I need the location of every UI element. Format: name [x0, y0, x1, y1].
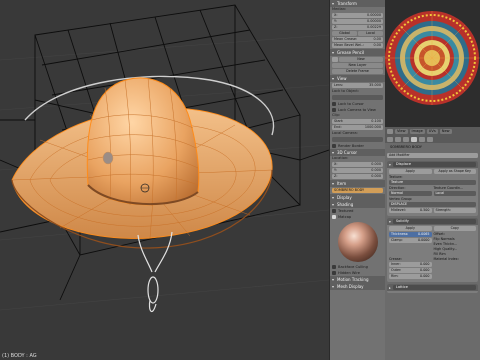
texture-field[interactable]: Texture — [389, 180, 476, 185]
solidify-apply-button[interactable]: Apply — [389, 226, 432, 231]
motion-tracking-header[interactable]: Motion Tracking — [330, 276, 385, 283]
checkbox-icon — [332, 271, 336, 275]
mesh-display-header[interactable]: Mesh Display — [330, 283, 385, 290]
material-index-label: Material Index: — [433, 257, 459, 261]
sombrero-crown — [86, 77, 200, 207]
strength-field[interactable]: Strength: — [433, 208, 476, 213]
new-pencil-button[interactable]: New — [339, 57, 383, 62]
scene-tab-icon[interactable] — [395, 136, 401, 142]
local-button[interactable]: Local — [358, 31, 383, 36]
uv-canvas[interactable] — [385, 0, 480, 135]
cursor-y-field[interactable]: Y: 0.000 — [332, 168, 383, 173]
solidify-name[interactable]: Solidify — [392, 219, 476, 224]
local-camera-label: Local Camera: — [332, 131, 358, 135]
pencil-icon[interactable] — [332, 57, 338, 62]
mean-bevel-field[interactable]: Mean Bevel Wei..: 0.00 — [332, 43, 383, 48]
properties-tabs — [385, 135, 480, 143]
item-header[interactable]: Item — [330, 180, 385, 187]
clamp-field[interactable]: Clamp: 0.0000 — [389, 238, 432, 243]
checkbox-icon — [332, 215, 336, 219]
vertex-group-field[interactable]: DISPLACE — [389, 202, 476, 207]
texture-tab-icon[interactable] — [427, 136, 433, 142]
solidify-modifier: ▾ Solidify Apply Copy Thickness: 0.0065 C… — [387, 218, 478, 282]
add-modifier-dropdown[interactable]: Add Modifier — [387, 153, 478, 158]
texture-coords-select[interactable]: Local — [433, 191, 476, 196]
median-label: Median: — [332, 7, 347, 11]
checkbox-icon — [332, 209, 336, 213]
lattice-modifier: ▸ Lattice — [387, 284, 478, 293]
wrench-icon[interactable] — [411, 136, 417, 142]
chin-strap — [137, 231, 173, 313]
median-z-field[interactable]: Z: 0.00229 — [332, 25, 383, 30]
image-menu[interactable]: Image — [409, 128, 425, 134]
clip-start-field[interactable]: Start: 0.100 — [332, 119, 383, 124]
expand-arrow-icon[interactable]: ▸ — [389, 286, 391, 290]
render-tab-icon[interactable] — [387, 136, 393, 142]
object-name: SOMBRERO BODY — [390, 144, 422, 149]
displace-modifier: ▾ Displace Apply Apply as Shape Key Text… — [387, 161, 478, 216]
inner-field[interactable]: Inner: 0.000 — [389, 262, 432, 267]
matcap-check[interactable]: Matcap — [330, 214, 385, 220]
view-header[interactable]: View — [330, 75, 385, 82]
uv-image-editor[interactable]: View Image UVs New — [385, 0, 480, 135]
apply-shape-key-button[interactable]: Apply as Shape Key — [433, 169, 476, 174]
viewport-status: (1) BODY : AG — [2, 353, 37, 359]
checkbox-icon — [332, 102, 336, 106]
lock-object-field[interactable] — [332, 95, 383, 100]
midlevel-field[interactable]: Midlevel: 0.500 — [389, 208, 432, 213]
item-name-field[interactable]: SOMBRERO BODY — [332, 188, 383, 193]
editor-type-icon[interactable] — [387, 128, 393, 134]
median-y-field[interactable]: Y: 0.00000 — [332, 19, 383, 24]
median-x-field[interactable]: X: 0.00000 — [332, 13, 383, 18]
lock-object-label: Lock to Object: — [332, 89, 360, 93]
lattice-name[interactable]: Lattice — [392, 285, 476, 290]
cursor-header[interactable]: 3D Cursor — [330, 149, 385, 156]
checkbox-icon — [332, 108, 336, 112]
display-header[interactable]: Display — [330, 194, 385, 201]
delete-frame-button[interactable]: Delete Frame — [332, 69, 383, 74]
cursor-x-field[interactable]: X: 0.000 — [332, 162, 383, 167]
global-button[interactable]: Global — [332, 31, 357, 36]
solidify-copy-button[interactable]: Copy — [433, 226, 476, 231]
uvs-menu[interactable]: UVs — [426, 128, 438, 134]
clip-label: Clip: — [332, 113, 340, 117]
outer-field[interactable]: Outer: 0.000 — [389, 268, 432, 273]
thickness-field[interactable]: Thickness: 0.0065 — [389, 232, 432, 237]
direction-select[interactable]: Normal — [389, 191, 432, 196]
material-tab-icon[interactable] — [419, 136, 425, 142]
view-menu[interactable]: View — [395, 128, 408, 134]
3d-viewport[interactable]: (1) BODY : AG — [0, 0, 329, 360]
expand-arrow-icon[interactable]: ▾ — [389, 220, 391, 224]
checkbox-icon — [332, 144, 336, 148]
new-layer-button[interactable]: New Layer — [332, 63, 383, 68]
expand-arrow-icon[interactable]: ▾ — [389, 163, 391, 167]
matcap-preview[interactable] — [337, 222, 378, 262]
viewport-canvas[interactable] — [0, 0, 329, 360]
displace-apply-button[interactable]: Apply — [389, 169, 432, 174]
new-image-button[interactable]: New — [439, 128, 452, 134]
displace-name[interactable]: Displace — [392, 162, 476, 167]
clip-end-field[interactable]: End: 1000.000 — [332, 125, 383, 130]
grease-pencil-header[interactable]: Grease Pencil — [330, 49, 385, 56]
cursor-z-field[interactable]: Z: 0.000 — [332, 174, 383, 179]
mean-crease-field[interactable]: Mean Crease: 0.00 — [332, 37, 383, 42]
lens-field[interactable]: Lens: 35.000 — [332, 83, 383, 88]
transform-header[interactable]: Transform — [330, 0, 385, 7]
object-tab-icon[interactable] — [403, 136, 409, 142]
right-area[interactable]: View Image UVs New SOMBRERO BODY Add Mod… — [385, 0, 480, 360]
uv-toolbar: View Image UVs New — [385, 127, 480, 135]
local-camera-field[interactable] — [332, 137, 383, 142]
rim-field[interactable]: Rim: 0.000 — [389, 274, 432, 279]
location-label: Location: — [332, 156, 349, 160]
object-breadcrumb: SOMBRERO BODY — [385, 143, 480, 151]
properties-panel[interactable]: Transform Median: X:0.00000 Y:0.00000 Z:… — [329, 0, 385, 360]
checkbox-icon — [332, 265, 336, 269]
shading-header[interactable]: Shading — [330, 201, 385, 208]
